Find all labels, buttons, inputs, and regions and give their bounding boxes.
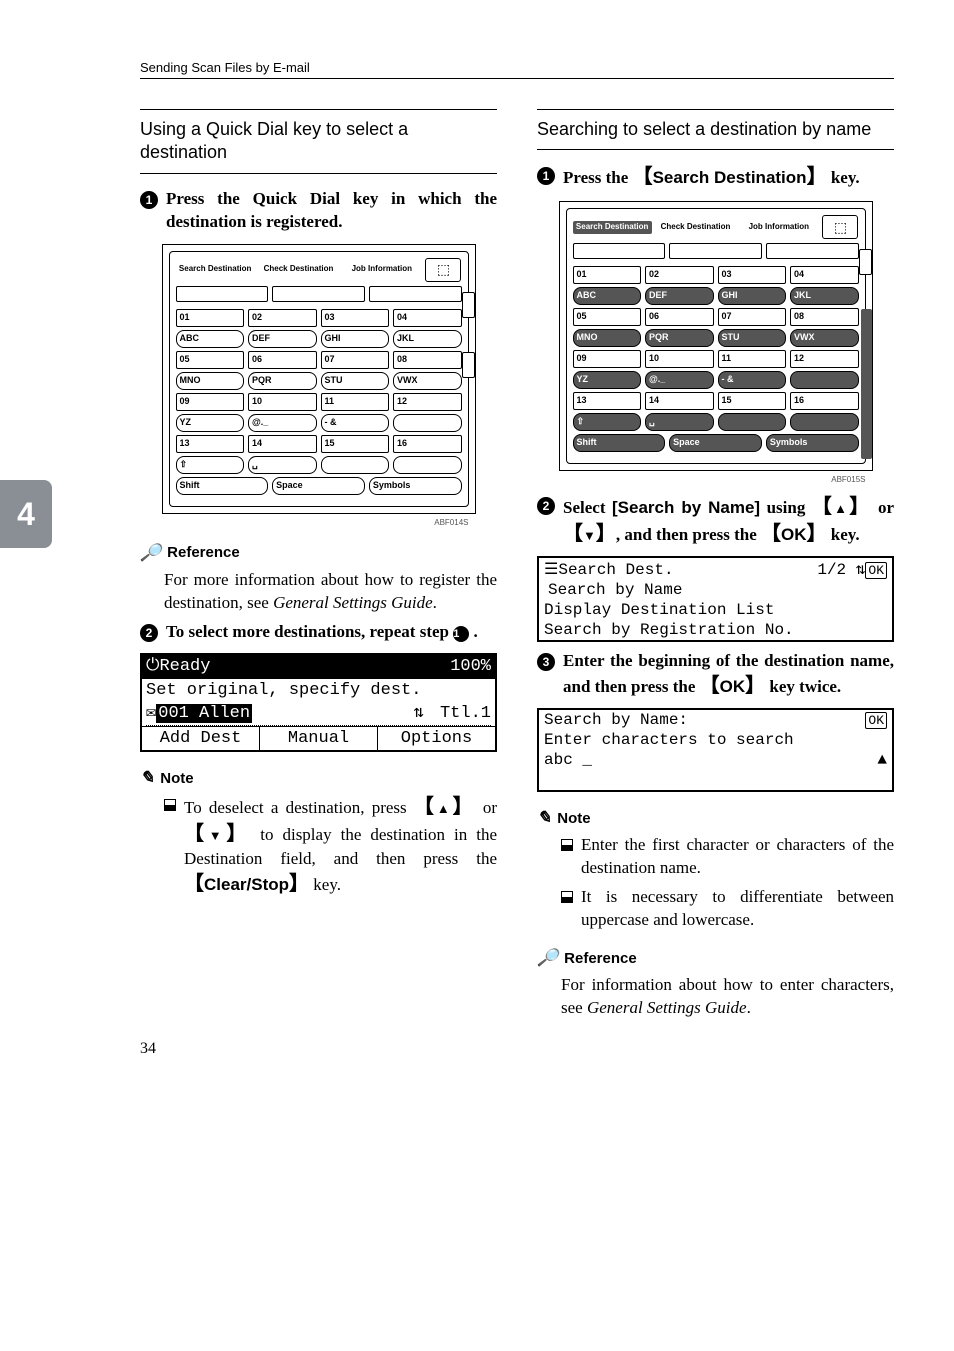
left-step-1: 1 Press the Quick Dial key in which the … [140, 188, 497, 234]
left-step-2-text: To select more destinations, repeat step… [166, 621, 478, 644]
step-badge-1: 1 [537, 167, 555, 185]
figure-code: ABF014S [169, 518, 469, 527]
bullet-icon [561, 891, 573, 903]
facsimile-icon: ⬚ [425, 258, 461, 282]
lcd-search-dest-screen: ☰Search Dest. 1/2 ⇅OK Search by Name Dis… [537, 556, 894, 642]
running-header: Sending Scan Files by E-mail [140, 60, 894, 79]
note-icon: ✎ [140, 768, 154, 788]
bullet-icon [164, 799, 176, 811]
bullet-icon [561, 839, 573, 851]
right-column: Searching to select a destination by nam… [537, 109, 894, 1020]
note-heading-left: ✎ Note [140, 768, 497, 788]
right-note-2: It is necessary to differentiate between… [581, 886, 894, 932]
step-badge-2: 2 [140, 624, 158, 642]
search-dest-keypad-figure: Search Destination Check Destination Job… [559, 201, 873, 471]
note-icon: ✎ [537, 808, 551, 828]
lcd-tab-options[interactable]: Options [378, 727, 495, 750]
right-step-1: 1 Press the 【Search Destination】 key. [537, 164, 894, 191]
quick-dial-keypad-figure: Search Destination Check Destination Job… [162, 244, 476, 514]
reference-body: For more information about how to regist… [164, 569, 497, 615]
right-step-1-text: Press the 【Search Destination】 key. [563, 164, 860, 191]
right-step-3-text: Enter the beginning of the destination n… [563, 650, 894, 700]
lcd-tab-manual[interactable]: Manual [260, 727, 378, 750]
figure-code-right: ABF015S [566, 475, 866, 484]
right-note-1: Enter the first character or characters … [581, 834, 894, 880]
reference-icon: 🔎 [140, 543, 161, 563]
right-step-3: 3 Enter the beginning of the destination… [537, 650, 894, 700]
right-step-2: 2 Select [Search by Name] using 【▲】 or 【… [537, 494, 894, 548]
left-step-1-text: Press the Quick Dial key in which the de… [166, 188, 497, 234]
reference-heading-right: 🔎 Reference [537, 948, 894, 968]
step-badge-1: 1 [140, 191, 158, 209]
step-badge-2: 2 [537, 497, 555, 515]
lcd-tab-add-dest[interactable]: Add Dest [142, 727, 260, 750]
left-heading: Using a Quick Dial key to select a desti… [140, 109, 497, 174]
note-heading-right: ✎ Note [537, 808, 894, 828]
reference-icon: 🔎 [537, 948, 558, 968]
lcd-search-by-name-screen: Search by Name: OK Enter characters to s… [537, 708, 894, 792]
right-heading: Searching to select a destination by nam… [537, 109, 894, 150]
left-note-text: To deselect a destination, press 【▲】 or … [184, 794, 497, 898]
page-number: 34 [140, 1040, 894, 1058]
kp-label-search: Search Destination [176, 265, 255, 274]
lcd-ready-screen: ⏻Ready 100% Set original, specify dest. … [140, 653, 497, 752]
facsimile-icon: ⬚ [822, 215, 858, 239]
step-badge-3: 3 [537, 653, 555, 671]
kp-label-search-active[interactable]: Search Destination [573, 221, 652, 234]
reference-heading: 🔎 Reference [140, 543, 497, 563]
right-reference-body: For information about how to enter chara… [561, 974, 894, 1020]
kp-label-job: Job Information [342, 265, 421, 274]
chapter-tab: 4 [0, 480, 52, 548]
left-column: Using a Quick Dial key to select a desti… [140, 109, 497, 1020]
right-step-2-text: Select [Search by Name] using 【▲】 or 【▼】… [563, 494, 894, 548]
kp-label-check: Check Destination [259, 265, 338, 274]
left-step-2: 2 To select more destinations, repeat st… [140, 621, 497, 644]
